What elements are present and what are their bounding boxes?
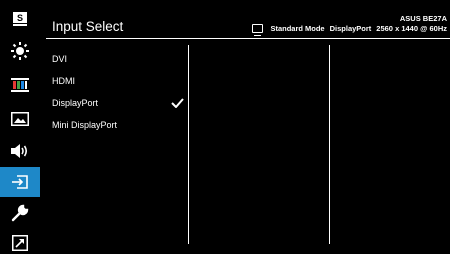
header-divider	[46, 38, 450, 39]
svg-text:S: S	[17, 13, 23, 23]
status-bar: Standard Mode DisplayPort 2560 x 1440 @ …	[252, 24, 447, 36]
resolution-label: 2560 x 1440 @ 60Hz	[376, 24, 447, 33]
input-select-icon[interactable]	[0, 167, 40, 197]
input-option-displayport[interactable]: DisplayPort	[52, 92, 184, 114]
wrench-icon[interactable]	[4, 202, 36, 224]
column-divider-1	[188, 45, 189, 244]
input-option-mini-displayport[interactable]: Mini DisplayPort	[52, 114, 184, 136]
input-list: DVI HDMI DisplayPort Mini DisplayPort	[52, 48, 184, 136]
sidebar: S	[0, 0, 40, 254]
image-icon[interactable]	[4, 108, 36, 130]
sound-icon[interactable]	[4, 140, 36, 162]
column-divider-2	[329, 45, 330, 244]
input-option-hdmi[interactable]: HDMI	[52, 70, 184, 92]
checkmark-icon	[171, 98, 184, 108]
sharpness-s-icon[interactable]: S	[4, 8, 36, 30]
monitor-icon	[252, 24, 264, 36]
mode-label: Standard Mode	[270, 24, 325, 33]
color-bars-icon[interactable]	[4, 74, 36, 96]
model-name: ASUS BE27A	[399, 14, 447, 23]
input-label: DisplayPort	[329, 24, 372, 33]
input-option-dvi[interactable]: DVI	[52, 48, 184, 70]
main-panel: Input Select ASUS BE27A Standard Mode Di…	[42, 0, 450, 254]
brightness-icon[interactable]	[4, 40, 36, 62]
shortcut-icon[interactable]	[4, 232, 36, 254]
page-title: Input Select	[52, 19, 124, 34]
